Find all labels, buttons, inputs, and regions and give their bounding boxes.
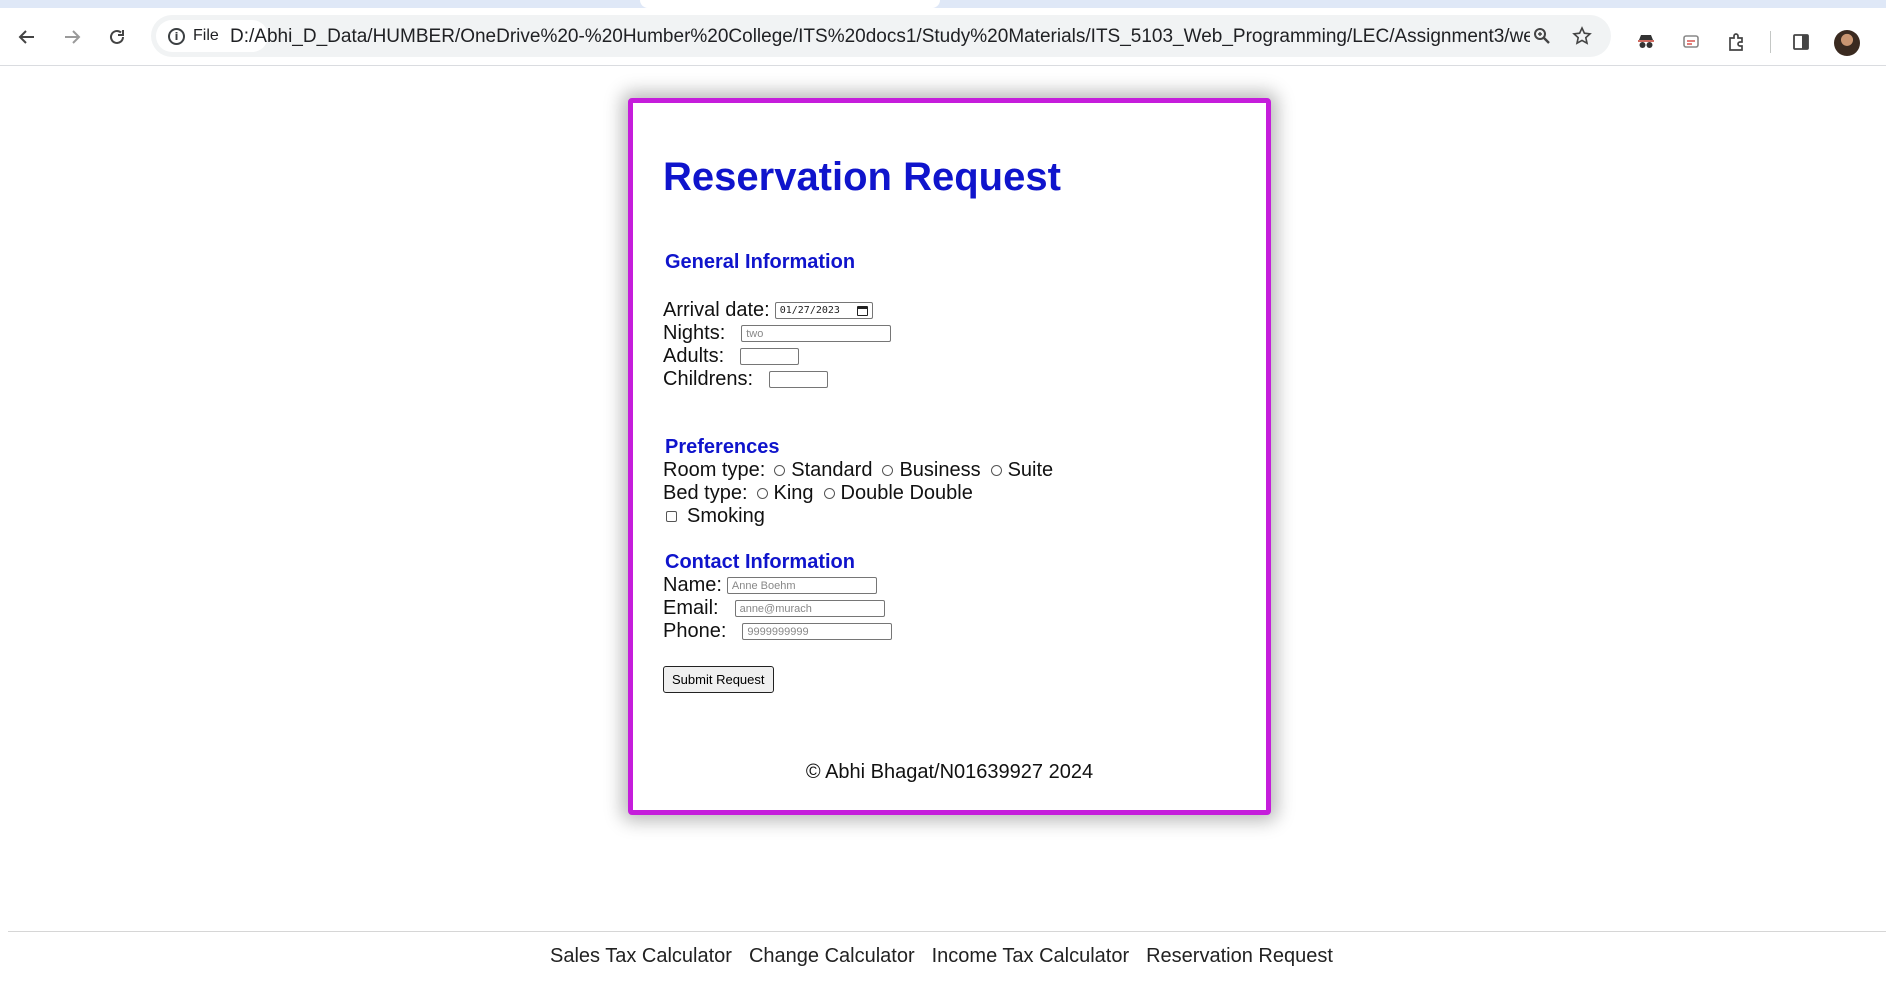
children-label: Childrens: <box>663 368 754 390</box>
arrival-date-input[interactable]: 01/27/2023 <box>774 302 873 319</box>
nav-link-sales-tax[interactable]: Sales Tax Calculator <box>550 945 732 968</box>
calendar-icon[interactable] <box>856 305 868 316</box>
profile-avatar[interactable] <box>1834 30 1860 56</box>
email-label: Email: <box>663 597 719 619</box>
reservation-card: Reservation Request General Information … <box>628 98 1271 815</box>
page-title: Reservation Request <box>663 155 1061 199</box>
name-placeholder: Anne Boehm <box>731 579 796 592</box>
adults-row: Adults: <box>663 345 800 368</box>
bed-king-radio[interactable] <box>756 488 768 499</box>
phone-input[interactable]: 9999999999 <box>742 623 893 640</box>
phone-row: Phone: 9999999999 <box>663 620 893 643</box>
arrival-label: Arrival date: <box>663 299 770 321</box>
reload-icon[interactable] <box>102 22 132 52</box>
email-row: Email: anne@murach <box>663 597 885 620</box>
room-type-label: Room type: <box>663 459 766 481</box>
nav-link-reservation[interactable]: Reservation Request <box>1146 945 1333 968</box>
arrival-row: Arrival date: 01/27/2023 <box>663 299 873 322</box>
back-arrow-icon[interactable] <box>12 22 42 52</box>
active-tab[interactable] <box>640 0 940 8</box>
general-info-heading: General Information <box>665 251 856 273</box>
copyright-footer: © Abhi Bhagat/N01639927 2024 <box>805 761 1094 783</box>
arrival-date-value: 01/27/2023 <box>779 305 840 316</box>
phone-placeholder: 9999999999 <box>747 625 809 638</box>
adults-label: Adults: <box>663 345 725 367</box>
chip-label: File <box>193 27 219 44</box>
name-input[interactable]: Anne Boehm <box>726 577 877 594</box>
phone-label: Phone: <box>663 620 727 642</box>
tab-strip <box>0 0 1886 8</box>
smoking-checkbox[interactable] <box>666 511 677 522</box>
bed-double-radio[interactable] <box>823 488 835 499</box>
bed-type-row: Bed type: King Double Double <box>663 482 973 505</box>
room-suite-label[interactable]: Suite <box>1008 459 1054 482</box>
nights-label: Nights: <box>663 322 726 344</box>
forward-arrow-icon[interactable] <box>57 22 87 52</box>
nights-row: Nights: two <box>663 322 892 345</box>
extension-cast-icon[interactable] <box>1677 28 1705 56</box>
children-input[interactable] <box>769 371 829 388</box>
submit-request-button[interactable]: Submit Request <box>663 666 774 693</box>
browser-toolbar: i File D:/Abhi_D_Data/HUMBER/OneDrive%20… <box>0 8 1886 66</box>
email-input[interactable]: anne@murach <box>734 600 885 617</box>
room-standard-label[interactable]: Standard <box>791 459 872 482</box>
address-bar[interactable]: i File D:/Abhi_D_Data/HUMBER/OneDrive%20… <box>151 15 1611 57</box>
room-business-label[interactable]: Business <box>899 459 980 482</box>
adults-input[interactable] <box>740 348 800 365</box>
room-business-radio[interactable] <box>882 465 894 476</box>
bed-type-label: Bed type: <box>663 482 748 504</box>
nav-link-income-tax[interactable]: Income Tax Calculator <box>932 945 1130 968</box>
toolbar-divider <box>1770 31 1771 53</box>
zoom-icon[interactable] <box>1527 21 1557 51</box>
url-text[interactable]: D:/Abhi_D_Data/HUMBER/OneDrive%20-%20Hum… <box>230 26 1530 48</box>
preferences-heading: Preferences <box>665 436 780 458</box>
extension-spy-icon[interactable] <box>1632 28 1660 56</box>
smoking-label[interactable]: Smoking <box>687 505 765 528</box>
name-row: Name: Anne Boehm <box>663 574 877 597</box>
star-icon[interactable] <box>1567 21 1597 51</box>
room-suite-radio[interactable] <box>990 465 1002 476</box>
name-label: Name: <box>663 574 722 596</box>
info-icon: i <box>168 27 185 45</box>
puzzle-icon[interactable] <box>1722 28 1750 56</box>
room-standard-radio[interactable] <box>774 465 786 476</box>
side-panel-icon[interactable] <box>1787 28 1815 56</box>
nights-placeholder: two <box>746 327 764 340</box>
footer-divider <box>8 931 1886 932</box>
contact-info-heading: Contact Information <box>665 551 855 573</box>
nav-link-change[interactable]: Change Calculator <box>749 945 915 968</box>
smoking-row: Smoking <box>663 505 765 528</box>
bottom-nav: Sales Tax Calculator Change Calculator I… <box>550 945 1333 968</box>
room-type-row: Room type: Standard Business Suite <box>663 459 1053 482</box>
email-placeholder: anne@murach <box>739 602 812 615</box>
bed-king-label[interactable]: King <box>774 482 814 505</box>
children-row: Childrens: <box>663 368 829 391</box>
bed-double-label[interactable]: Double Double <box>841 482 973 505</box>
nights-input[interactable]: two <box>741 325 892 342</box>
